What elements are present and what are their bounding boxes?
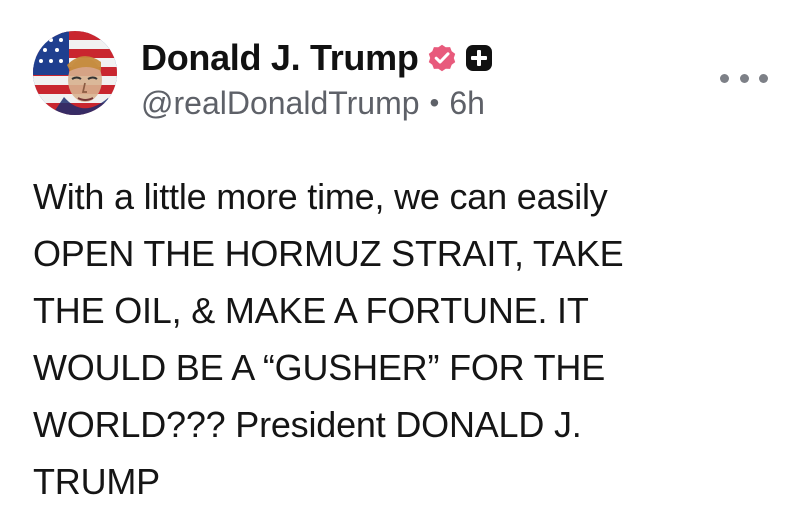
flag-portrait-avatar-icon — [33, 31, 117, 115]
more-options-icon-dot — [759, 73, 768, 83]
meta-separator: • — [429, 87, 440, 118]
author-meta-row: @realDonaldTrump • 6h — [141, 83, 485, 123]
post-card: Donald J. Trump @realDonaldTrump • 6h Wi… — [0, 0, 800, 505]
author-display-name[interactable]: Donald J. Trump — [141, 37, 419, 79]
post-body-line: With a little more time, we can easily — [33, 176, 608, 217]
verified-badge-icon — [427, 43, 457, 73]
more-options-icon-dot — [739, 73, 749, 83]
author-handle[interactable]: @realDonaldTrump — [141, 85, 420, 122]
post-body-line: WORLD??? President DONALD J. — [33, 404, 582, 445]
plus-badge-icon — [465, 44, 493, 72]
post-body: With a little more time, we can easily O… — [33, 168, 768, 510]
post-body-line: THE OIL, & MAKE A FORTUNE. IT — [33, 290, 589, 331]
author-name-row: Donald J. Trump — [141, 36, 493, 80]
avatar[interactable] — [33, 31, 117, 115]
more-options-icon — [720, 73, 729, 83]
post-body-line: OPEN THE HORMUZ STRAIT, TAKE — [33, 233, 624, 274]
post-body-line: WOULD BE A “GUSHER” FOR THE — [33, 347, 606, 388]
post-time-ago[interactable]: 6h — [449, 85, 485, 122]
more-options-button[interactable] — [720, 66, 768, 90]
post-body-line: TRUMP — [33, 461, 160, 502]
